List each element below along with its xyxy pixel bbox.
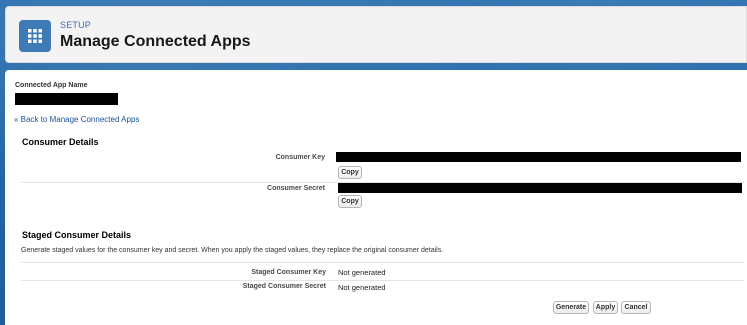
consumer-secret-redacted [338, 183, 742, 193]
copy-consumer-secret-button[interactable]: Copy [338, 195, 362, 208]
staged-description: Generate staged values for the consumer … [21, 247, 444, 254]
back-to-manage-link[interactable]: « Back to Manage Connected Apps [14, 115, 139, 124]
divider [21, 262, 744, 263]
staged-consumer-secret-label: Staged Consumer Secret [242, 283, 326, 290]
divider [21, 280, 744, 281]
consumer-key-redacted [336, 152, 741, 162]
copy-consumer-key-button[interactable]: Copy [338, 166, 362, 179]
app-grid-icon [19, 20, 51, 52]
generate-button[interactable]: Generate [553, 301, 589, 314]
staged-consumer-key-label: Staged Consumer Key [251, 269, 326, 276]
content-panel: Connected App Name « Back to Manage Conn… [5, 70, 747, 325]
page-title: Manage Connected Apps [60, 33, 251, 50]
breadcrumb-setup[interactable]: SETUP [60, 20, 91, 30]
cancel-button[interactable]: Cancel [621, 301, 651, 314]
consumer-key-label: Consumer Key [275, 154, 325, 161]
consumer-secret-label: Consumer Secret [267, 185, 325, 192]
staged-consumer-secret-value: Not generated [338, 283, 386, 292]
staged-consumer-key-value: Not generated [338, 268, 386, 277]
staged-consumer-details-heading: Staged Consumer Details [22, 230, 132, 240]
page-header: SETUP Manage Connected Apps [5, 6, 747, 63]
consumer-details-heading: Consumer Details [22, 137, 99, 147]
apply-button[interactable]: Apply [593, 301, 618, 314]
connected-app-name-label: Connected App Name [15, 82, 88, 89]
connected-app-name-redacted [15, 93, 118, 105]
